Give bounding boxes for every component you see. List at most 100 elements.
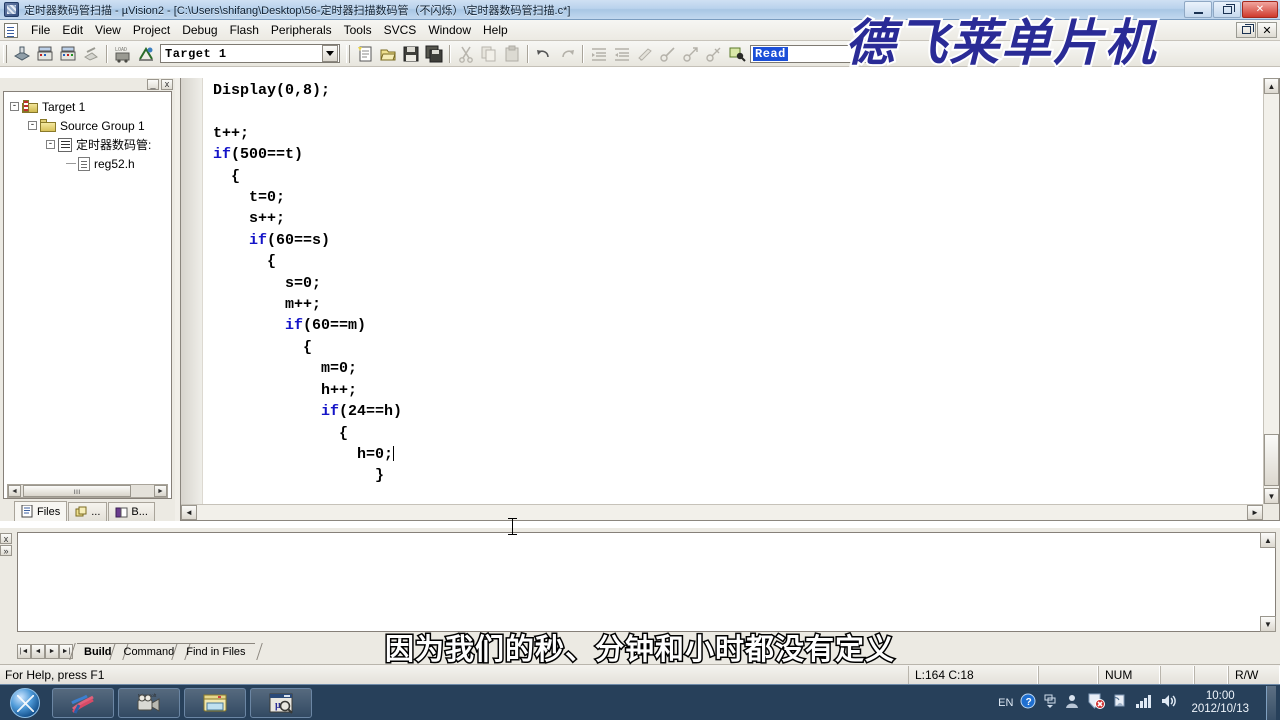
bookmark-prev-icon[interactable] bbox=[680, 43, 701, 64]
output-close-button[interactable]: x bbox=[0, 533, 12, 544]
menu-svcs[interactable]: SVCS bbox=[378, 21, 423, 39]
show-desktop-button[interactable] bbox=[1266, 685, 1276, 720]
load-icon[interactable]: LOAD bbox=[112, 43, 133, 64]
copy-icon[interactable] bbox=[478, 43, 499, 64]
panel-minimize-button[interactable]: _ bbox=[147, 79, 159, 90]
translate-icon[interactable] bbox=[11, 43, 32, 64]
mdi-restore-button[interactable] bbox=[1236, 22, 1256, 38]
expander-icon[interactable]: - bbox=[28, 121, 37, 130]
hscroll-thumb[interactable]: ııı bbox=[23, 485, 131, 497]
chevron-down-icon[interactable] bbox=[322, 45, 338, 62]
undo-icon[interactable] bbox=[533, 43, 554, 64]
bookmark-toggle-icon[interactable] bbox=[657, 43, 678, 64]
code-token: (60==s) bbox=[267, 231, 331, 249]
redo-icon[interactable] bbox=[556, 43, 577, 64]
first-tab-icon[interactable]: |◄ bbox=[17, 644, 31, 659]
save-file-icon[interactable] bbox=[400, 43, 421, 64]
new-file-icon[interactable] bbox=[354, 43, 375, 64]
comment-icon[interactable] bbox=[634, 43, 655, 64]
scroll-down-button[interactable]: ▼ bbox=[1264, 488, 1279, 504]
code-text[interactable]: Display(0,8); t++; if(500==t) { t=0; s++;… bbox=[204, 80, 1262, 503]
close-button[interactable]: ✕ bbox=[1242, 1, 1278, 18]
menu-tools[interactable]: Tools bbox=[338, 21, 378, 39]
show-hidden-icon[interactable] bbox=[1043, 693, 1057, 712]
taskbar-item-network-app[interactable] bbox=[52, 687, 114, 718]
next-tab-icon[interactable]: ► bbox=[45, 644, 59, 659]
save-all-icon[interactable] bbox=[423, 43, 444, 64]
tree-item-source-group[interactable]: - Source Group 1 bbox=[10, 116, 171, 135]
stop-build-icon[interactable] bbox=[80, 43, 101, 64]
menu-edit[interactable]: Edit bbox=[56, 21, 89, 39]
cut-icon[interactable] bbox=[455, 43, 476, 64]
scroll-down-button[interactable]: ▼ bbox=[1260, 616, 1276, 632]
outdent-icon[interactable] bbox=[611, 43, 632, 64]
tree-item-h-file[interactable]: reg52.h bbox=[10, 154, 171, 173]
menu-view[interactable]: View bbox=[89, 21, 127, 39]
paste-icon[interactable] bbox=[501, 43, 522, 64]
taskbar-item-camera-recorder[interactable]: Microsoft bbox=[118, 687, 180, 718]
scroll-right-button[interactable]: ► bbox=[1247, 505, 1263, 520]
menu-project[interactable]: Project bbox=[127, 21, 176, 39]
restore-button[interactable] bbox=[1213, 1, 1241, 18]
target-select[interactable]: Target 1 bbox=[160, 44, 340, 63]
mdi-close-button[interactable]: ✕ bbox=[1257, 22, 1277, 38]
tree-item-c-file[interactable]: - 定时器数码管: bbox=[10, 135, 171, 154]
tree-item-target[interactable]: - Target 1 bbox=[10, 97, 171, 116]
open-file-icon[interactable] bbox=[377, 43, 398, 64]
expander-icon[interactable]: - bbox=[46, 140, 55, 149]
help-icon[interactable]: ? bbox=[1020, 693, 1036, 712]
project-tree[interactable]: - Target 1 - Source Group 1 - 定时器数码管: re… bbox=[3, 91, 172, 499]
target-options-icon[interactable] bbox=[135, 43, 156, 64]
tray-clock[interactable]: 10:00 2012/10/13 bbox=[1185, 690, 1255, 716]
toolbar-grip[interactable] bbox=[3, 44, 7, 63]
start-button[interactable] bbox=[2, 687, 48, 718]
scroll-left-button[interactable]: ◄ bbox=[8, 485, 21, 497]
build-output-text[interactable] bbox=[17, 532, 1276, 632]
scroll-right-button[interactable]: ► bbox=[154, 485, 167, 497]
project-workspace-panel: _ x - Target 1 - Source Group 1 - 定时器数码管… bbox=[0, 78, 175, 521]
project-tree-hscrollbar[interactable]: ◄ ııı ► bbox=[7, 484, 168, 498]
scroll-up-button[interactable]: ▲ bbox=[1264, 78, 1279, 94]
taskbar-item-uvision[interactable]: µ bbox=[250, 687, 312, 718]
vscroll-track[interactable] bbox=[1264, 94, 1279, 488]
vscroll-track[interactable] bbox=[1260, 548, 1276, 616]
bookmark-clear-icon[interactable] bbox=[703, 43, 724, 64]
tab-regs[interactable]: ... bbox=[68, 502, 108, 521]
editor-vscrollbar[interactable]: ▲ ▼ bbox=[1263, 78, 1279, 504]
indent-icon[interactable] bbox=[588, 43, 609, 64]
scroll-up-button[interactable]: ▲ bbox=[1260, 532, 1276, 548]
menu-peripherals[interactable]: Peripherals bbox=[265, 21, 338, 39]
menu-debug[interactable]: Debug bbox=[176, 21, 223, 39]
vscroll-thumb[interactable] bbox=[1264, 434, 1279, 486]
build-target-icon[interactable] bbox=[34, 43, 55, 64]
code-editor[interactable]: Display(0,8); t++; if(500==t) { t=0; s++;… bbox=[180, 78, 1280, 521]
panel-close-button[interactable]: x bbox=[161, 79, 173, 90]
expander-icon[interactable]: - bbox=[10, 102, 19, 111]
prev-tab-icon[interactable]: ◄ bbox=[31, 644, 45, 659]
tray-language-indicator[interactable]: EN bbox=[998, 697, 1013, 709]
status-help-text: For Help, press F1 bbox=[5, 667, 105, 682]
scroll-left-button[interactable]: ◄ bbox=[181, 505, 197, 520]
menu-window[interactable]: Window bbox=[422, 21, 477, 39]
menu-flash[interactable]: Flash bbox=[224, 21, 265, 39]
editor-gutter[interactable] bbox=[181, 78, 203, 520]
toolbar-grip-2[interactable] bbox=[346, 44, 350, 63]
find-in-files-icon[interactable] bbox=[726, 43, 747, 64]
media-icon[interactable] bbox=[1064, 693, 1080, 712]
output-vscrollbar[interactable]: ▲ ▼ bbox=[1260, 532, 1276, 632]
tab-find-in-files[interactable]: Find in Files bbox=[179, 643, 255, 659]
output-expand-button[interactable]: » bbox=[0, 545, 12, 556]
minimize-button[interactable] bbox=[1184, 1, 1212, 18]
find-input[interactable]: Read bbox=[750, 44, 868, 63]
editor-hscrollbar[interactable]: ◄ ► bbox=[181, 504, 1263, 520]
taskbar-item-file-explorer[interactable] bbox=[184, 687, 246, 718]
volume-icon[interactable] bbox=[1160, 693, 1178, 712]
menu-help[interactable]: Help bbox=[477, 21, 514, 39]
network-signal-icon[interactable] bbox=[1135, 693, 1153, 712]
tab-files[interactable]: Files bbox=[14, 501, 68, 521]
security-alert-icon[interactable] bbox=[1087, 693, 1106, 712]
tab-books[interactable]: B... bbox=[108, 502, 155, 521]
menu-file[interactable]: File bbox=[25, 21, 56, 39]
action-center-icon[interactable] bbox=[1112, 693, 1128, 712]
rebuild-all-icon[interactable] bbox=[57, 43, 78, 64]
